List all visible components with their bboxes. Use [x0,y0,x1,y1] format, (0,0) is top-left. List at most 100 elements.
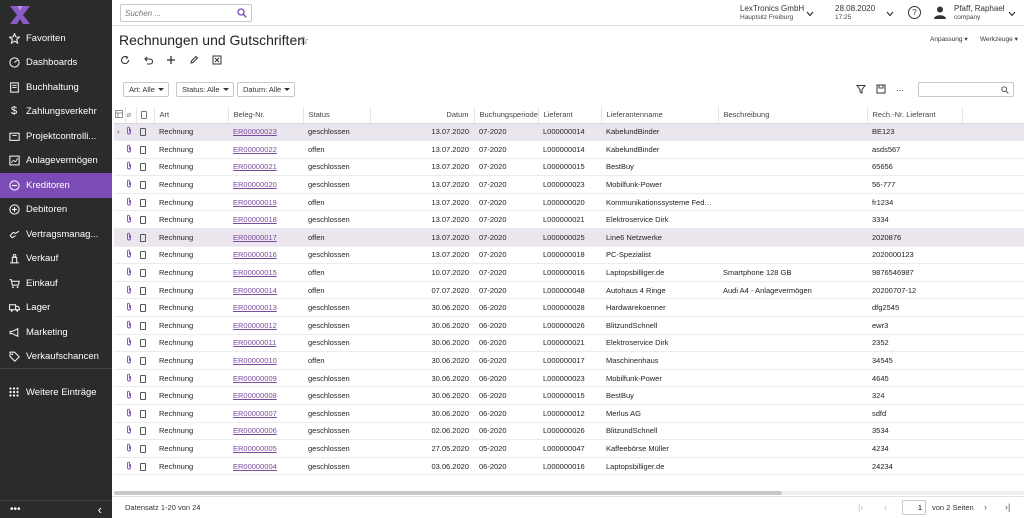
table-row[interactable]: Rechnung ER00000020 geschlossen 13.07.2020 0… [114,175,1024,194]
chevron-down-icon[interactable] [886,11,894,17]
excel-export-icon[interactable] [211,54,223,66]
next-page-icon[interactable]: › [984,502,987,512]
document-icon[interactable] [136,316,154,335]
table-row[interactable]: Rechnung ER00000007 geschlossen 30.06.2020 0… [114,404,1024,423]
sidebar-item-kreditoren[interactable]: Kreditoren [0,173,112,198]
document-icon[interactable] [136,246,154,265]
beleg-link[interactable]: ER00000015 [233,268,277,277]
document-icon[interactable] [136,123,154,142]
edit-pencil-icon[interactable] [188,54,200,66]
search-icon[interactable] [237,8,247,18]
attachment-icon[interactable] [125,457,136,476]
filter-datum[interactable]: Datum: Alle [237,82,296,97]
beleg-link[interactable]: ER00000020 [233,180,277,189]
attachment-icon[interactable] [125,210,136,230]
table-row[interactable]: Rechnung ER00000006 geschlossen 02.06.2020 0… [114,422,1024,441]
table-row[interactable]: Rechnung ER00000018 geschlossen 13.07.2020 0… [114,210,1024,230]
beleg-link[interactable]: ER00000016 [233,250,277,259]
table-row[interactable]: Rechnung ER00000016 geschlossen 13.07.2020 0… [114,246,1024,265]
document-icon[interactable] [136,351,154,370]
document-icon[interactable] [136,386,154,405]
row-selector[interactable] [114,298,125,318]
sidebar-item-anlagevermögen[interactable]: Anlagevermögen [0,149,112,174]
search-input[interactable] [121,5,231,21]
sidebar-item-projektcontrolli[interactable]: Projektcontrolli... [0,124,112,149]
document-icon[interactable] [136,422,154,441]
column-header-lieferantenname[interactable]: Lieferantenname [601,107,719,124]
prev-page-icon[interactable]: ‹ [884,502,887,512]
row-selector[interactable] [114,281,125,300]
sidebar-item-verkauf[interactable]: Verkauf [0,247,112,272]
beleg-link[interactable]: ER00000009 [233,374,277,383]
beleg-link[interactable]: ER00000023 [233,127,277,136]
attachment-icon[interactable] [125,263,136,282]
refresh-icon[interactable] [119,54,131,66]
row-selector[interactable] [114,228,125,247]
sidebar-item-favoriten[interactable]: Favoriten [0,26,112,51]
document-icon[interactable] [136,404,154,423]
document-icon[interactable] [136,210,154,230]
beleg-link[interactable]: ER00000018 [233,215,277,224]
table-row[interactable]: Rechnung ER00000022 offen 13.07.2020 07-2020… [114,140,1024,159]
beleg-link[interactable]: ER00000010 [233,356,277,365]
beleg-link[interactable]: ER00000005 [233,444,277,453]
document-icon[interactable] [136,369,154,388]
row-selector[interactable] [114,316,125,335]
chevron-down-icon[interactable] [806,11,814,17]
column-header-beschreibung[interactable]: Beschreibung [718,107,868,124]
first-page-icon[interactable]: |‹ [858,502,863,512]
beleg-link[interactable]: ER00000021 [233,162,277,171]
attachment-icon[interactable] [125,193,136,212]
attachment-icon[interactable] [125,140,136,159]
document-icon[interactable] [136,281,154,300]
column-header-rechnr[interactable]: Rech.-Nr. Lieferant [867,107,963,124]
attachment-icon[interactable] [125,175,136,194]
sidebar-item-debitoren[interactable]: Debitoren [0,198,112,223]
company-selector[interactable]: LexTronics GmbH Hauptsitz Freiburg [740,4,804,22]
document-icon[interactable] [136,228,154,247]
table-row[interactable]: Rechnung ER00000010 offen 30.06.2020 06-2020… [114,351,1024,370]
beleg-link[interactable]: ER00000013 [233,303,277,312]
row-selector[interactable] [114,158,125,177]
user-menu[interactable]: Pfaff, Raphael company [954,4,1005,22]
scrollbar-thumb[interactable] [114,491,782,495]
page-number-input[interactable] [902,500,926,515]
table-row[interactable]: Rechnung ER00000017 offen 13.07.2020 07-2020… [114,228,1024,247]
anpassung-menu[interactable]: Anpassung ▾ [930,35,968,43]
attachment-column-icon[interactable]: ⌀ [125,107,137,124]
beleg-link[interactable]: ER00000007 [233,409,277,418]
attachment-icon[interactable] [125,334,136,353]
favorite-star-icon[interactable]: ☆ [299,34,309,47]
save-icon[interactable] [876,84,886,94]
beleg-link[interactable]: ER00000017 [233,233,277,242]
document-icon[interactable] [136,334,154,353]
beleg-link[interactable]: ER00000004 [233,462,277,471]
filter-funnel-icon[interactable] [856,84,866,94]
document-icon[interactable] [136,175,154,194]
row-selector[interactable] [114,210,125,230]
row-selector[interactable] [114,404,125,423]
more-menu-button[interactable]: ••• [10,504,21,515]
sidebar-item-marketing[interactable]: Marketing [0,320,112,345]
column-header-periode[interactable]: Buchungsperiode [474,107,539,124]
document-icon[interactable] [136,457,154,476]
date-selector[interactable]: 28.08.2020 17:25 [835,4,875,22]
beleg-link[interactable]: ER00000019 [233,198,277,207]
attachment-icon[interactable] [125,351,136,370]
row-selector[interactable] [114,175,125,194]
user-avatar-icon[interactable] [934,6,946,19]
column-header-status[interactable]: Status [303,107,371,124]
document-icon[interactable] [136,140,154,159]
sidebar-item-verkaufschancen[interactable]: Verkaufschancen [0,345,112,370]
table-row[interactable]: Rechnung ER00000013 geschlossen 30.06.2020 0… [114,298,1024,318]
chevron-down-icon[interactable] [1008,11,1016,17]
beleg-link[interactable]: ER00000008 [233,391,277,400]
help-icon[interactable]: ? [908,6,921,19]
attachment-icon[interactable] [125,123,136,142]
row-selector[interactable] [114,140,125,159]
table-row[interactable]: Rechnung ER00000011 geschlossen 30.06.2020 0… [114,334,1024,353]
row-selector[interactable] [114,422,125,441]
app-logo-icon[interactable] [9,5,31,25]
sidebar-item-lager[interactable]: Lager [0,296,112,321]
table-row[interactable]: Rechnung ER00000004 geschlossen 03.06.2020 0… [114,457,1024,476]
